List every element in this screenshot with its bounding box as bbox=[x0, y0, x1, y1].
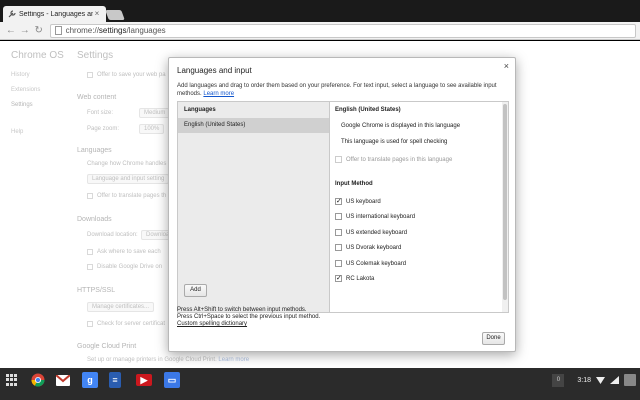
url-text: chrome://settings/languages bbox=[65, 26, 166, 35]
offer-translate-checkbox[interactable] bbox=[335, 156, 342, 163]
input-method-row[interactable]: US Colemak keyboard bbox=[335, 260, 406, 267]
page-icon bbox=[54, 26, 62, 35]
switch-input-hint: Press Alt+Shift to switch between input … bbox=[177, 307, 307, 313]
dialog-title: Languages and input bbox=[177, 66, 252, 75]
close-icon[interactable]: × bbox=[504, 61, 509, 71]
files-icon[interactable]: ▭ bbox=[164, 372, 180, 388]
youtube-icon[interactable]: ▶ bbox=[136, 374, 152, 386]
google-search-icon[interactable]: g bbox=[82, 372, 98, 388]
app-launcher-icon[interactable] bbox=[6, 374, 18, 386]
language-list: Languages English (United States) Add bbox=[178, 102, 330, 312]
input-method-label: US Colemak keyboard bbox=[346, 260, 407, 267]
reload-icon[interactable]: ↻ bbox=[32, 24, 46, 38]
done-button[interactable]: Done bbox=[482, 332, 505, 345]
forward-arrow-icon[interactable]: → bbox=[18, 24, 32, 38]
browser-toolbar: ← → ↻ chrome://settings/languages bbox=[0, 22, 640, 40]
checkbox-checked[interactable]: ✓ bbox=[335, 275, 342, 282]
input-method-row[interactable]: US Dvorak keyboard bbox=[335, 244, 401, 251]
new-tab-button[interactable] bbox=[105, 10, 125, 20]
input-method-row[interactable]: ✓ US keyboard bbox=[335, 198, 381, 205]
language-item-english-us[interactable]: English (United States) bbox=[178, 118, 329, 133]
tab-title: Settings - Languages and bbox=[19, 10, 93, 18]
chrome-icon[interactable] bbox=[30, 372, 46, 388]
status-area[interactable]: 0 3:18 bbox=[552, 372, 636, 388]
input-method-label: RC Lakota bbox=[346, 275, 375, 282]
previous-input-hint: Press Ctrl+Space to select the previous … bbox=[177, 314, 321, 320]
notification-count[interactable]: 0 bbox=[552, 373, 565, 387]
display-language-note: Google Chrome is displayed in this langu… bbox=[341, 123, 461, 129]
checkbox-unchecked[interactable] bbox=[335, 244, 342, 251]
tab-strip: Settings - Languages and × bbox=[0, 0, 640, 22]
input-method-row[interactable]: US international keyboard bbox=[335, 213, 415, 220]
input-method-label: US extended keyboard bbox=[346, 229, 408, 236]
tab-close-icon[interactable]: × bbox=[93, 10, 101, 18]
checkbox-checked[interactable]: ✓ bbox=[335, 198, 342, 205]
input-method-header: Input Method bbox=[335, 181, 373, 187]
checkbox-unchecked[interactable] bbox=[335, 229, 342, 236]
languages-input-dialog: Languages and input × Add languages and … bbox=[168, 57, 516, 352]
clock: 3:18 bbox=[577, 376, 591, 384]
checkbox-unchecked[interactable] bbox=[335, 213, 342, 220]
offer-translate-row[interactable]: Offer to translate pages in this languag… bbox=[335, 156, 452, 163]
tab-settings[interactable]: Settings - Languages and × bbox=[3, 6, 106, 22]
input-method-row[interactable]: US extended keyboard bbox=[335, 229, 407, 236]
offer-translate-label: Offer to translate pages in this languag… bbox=[346, 156, 453, 163]
avatar[interactable] bbox=[624, 374, 636, 386]
battery-icon bbox=[610, 376, 619, 384]
input-method-label: US international keyboard bbox=[346, 213, 416, 220]
docs-icon[interactable]: ≡ bbox=[109, 372, 121, 388]
spell-check-note: This language is used for spell checking bbox=[341, 139, 448, 145]
checkbox-unchecked[interactable] bbox=[335, 260, 342, 267]
wifi-icon bbox=[596, 377, 605, 384]
input-method-label: US Dvorak keyboard bbox=[346, 244, 402, 251]
learn-more-link[interactable]: Learn more bbox=[203, 91, 234, 97]
scrollbar[interactable] bbox=[502, 102, 508, 312]
shelf: g ≡ ▶ ▭ 0 3:18 bbox=[0, 368, 640, 400]
input-method-row[interactable]: ✓ RC Lakota bbox=[335, 275, 374, 282]
wrench-icon bbox=[8, 10, 16, 18]
gmail-icon[interactable] bbox=[56, 375, 70, 386]
custom-dictionary-link[interactable]: Custom spelling dictionary bbox=[177, 321, 247, 327]
address-bar[interactable]: chrome://settings/languages bbox=[49, 23, 636, 38]
back-arrow-icon[interactable]: ← bbox=[4, 24, 18, 38]
add-language-button[interactable]: Add bbox=[184, 284, 207, 297]
language-detail: English (United States) Google Chrome is… bbox=[331, 102, 502, 312]
languages-header: Languages bbox=[184, 107, 216, 113]
dialog-body: Languages English (United States) Add En… bbox=[177, 101, 509, 313]
input-method-label: US keyboard bbox=[346, 198, 381, 205]
selected-language-title: English (United States) bbox=[335, 107, 401, 113]
dialog-description: Add languages and drag to order them bas… bbox=[177, 83, 497, 97]
scrollbar-thumb[interactable] bbox=[503, 104, 507, 300]
